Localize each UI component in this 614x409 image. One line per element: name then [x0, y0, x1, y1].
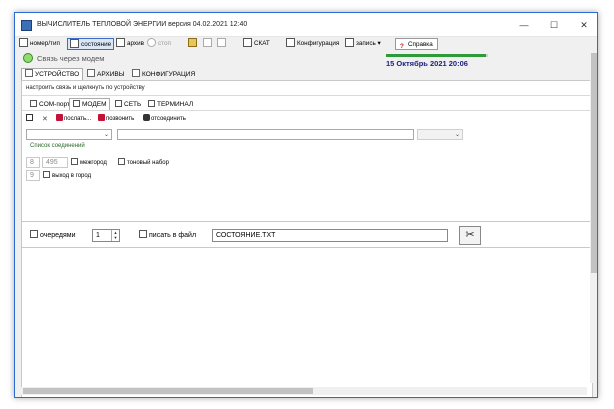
- connection-list-link[interactable]: Список соединений: [30, 143, 85, 149]
- separator: [22, 95, 594, 96]
- progress-bar: [386, 54, 488, 57]
- tab-com-port[interactable]: COM-порт: [26, 98, 74, 110]
- connection-status-strip: Связь через модем 15 Октябрь 2021 20:06: [15, 51, 597, 68]
- dial-icon: [98, 114, 105, 121]
- archive-tab-icon: [87, 69, 95, 77]
- delete-connection-button[interactable]: ✕: [42, 114, 49, 124]
- help-icon: ?: [400, 43, 404, 50]
- window-title: ВЫЧИСЛИТЕЛЬ ТЕПЛОВОЙ ЭНЕРГИИ версия 04.0…: [37, 21, 248, 28]
- log-tools-button[interactable]: ✂: [459, 226, 481, 245]
- toolbar-help-button[interactable]: ? Справка: [395, 38, 438, 50]
- toolbar-config-button[interactable]: Конфигурация: [286, 38, 339, 50]
- phone-number-input[interactable]: [117, 129, 414, 140]
- queue-checkbox[interactable]: очередями: [30, 230, 76, 240]
- tools-icon: [217, 38, 226, 47]
- record-icon: [345, 38, 354, 47]
- archive-icon: [116, 38, 125, 47]
- toolbar-device-button[interactable]: номер/тип: [19, 38, 60, 50]
- toolbar-save-button[interactable]: [203, 38, 214, 50]
- open-folder-icon: [188, 38, 197, 47]
- separator: [22, 247, 594, 248]
- toolbar-open-button[interactable]: [188, 38, 199, 50]
- hangup-icon: [143, 114, 150, 121]
- queue-spinner[interactable]: 1 ▲ ▼: [92, 229, 120, 242]
- exit-code-input[interactable]: 9: [26, 170, 40, 181]
- connection-status-text: Связь через модем: [37, 54, 105, 63]
- toolbar-stop-button[interactable]: стоп: [147, 38, 171, 50]
- horizontal-scrollbar[interactable]: [21, 387, 587, 395]
- connection-hint: настроить связь и щелкнуть по устройству: [26, 85, 145, 91]
- country-code-input[interactable]: 8: [26, 157, 40, 168]
- hangup-button[interactable]: отсоединить: [143, 114, 186, 124]
- connection-indicator-icon: [23, 53, 33, 63]
- separator: [22, 110, 594, 111]
- log-filename-input[interactable]: СОСТОЯНИЕ.TXT: [212, 229, 448, 242]
- intercity-checkbox[interactable]: межгород: [71, 158, 107, 168]
- delete-icon: ✕: [42, 116, 48, 123]
- tab-archives[interactable]: АРХИВЫ: [83, 68, 128, 80]
- app-window: ВЫЧИСЛИТЕЛЬ ТЕПЛОВОЙ ЭНЕРГИИ версия 04.0…: [14, 12, 598, 398]
- title-bar[interactable]: ВЫЧИСЛИТЕЛЬ ТЕПЛОВОЙ ЭНЕРГИИ версия 04.0…: [15, 13, 597, 37]
- stop-icon: [147, 38, 156, 47]
- send-icon: [56, 114, 63, 121]
- save-icon: [26, 114, 33, 121]
- toolbar-tools-button[interactable]: [217, 38, 228, 50]
- spinner-arrows-icon[interactable]: ▲ ▼: [111, 230, 119, 241]
- tab-configuration[interactable]: КОНФИГУРАЦИЯ: [128, 68, 199, 80]
- config-icon: [286, 38, 295, 47]
- scissors-icon: ✂: [465, 229, 475, 241]
- skat-icon: [243, 38, 252, 47]
- tab-network[interactable]: СЕТЬ: [111, 98, 145, 110]
- config-tab-icon: [132, 69, 140, 77]
- device-tab-icon: [25, 69, 33, 77]
- log-options-bar: очередями 1 ▲ ▼ писать в файл СОСТОЯНИЕ.T…: [22, 223, 594, 247]
- write-file-checkbox[interactable]: писать в файл: [139, 230, 196, 240]
- send-button[interactable]: послать...: [56, 114, 91, 124]
- toolbar-skat-button[interactable]: СКАТ: [243, 38, 270, 50]
- area-code-input[interactable]: 495: [42, 157, 68, 168]
- queue-value: 1: [96, 232, 100, 239]
- save-icon: [203, 38, 212, 47]
- tone-dial-checkbox[interactable]: тоновый набор: [118, 158, 169, 168]
- chevron-down-icon: ▾: [377, 40, 381, 47]
- chevron-down-icon: ⌄: [454, 132, 460, 138]
- scrollbar-thumb[interactable]: [591, 53, 597, 273]
- toolbar-record-button[interactable]: запись ▾: [345, 38, 381, 50]
- tab-modem[interactable]: МОДЕМ: [69, 98, 111, 110]
- toolbar-status-button[interactable]: состояние: [67, 38, 115, 50]
- current-datetime: 15 Октябрь 2021 20:06: [386, 59, 468, 68]
- network-icon: [115, 100, 122, 107]
- phone-icon: [73, 100, 80, 107]
- connection-select[interactable]: ⌄: [26, 129, 112, 140]
- terminal-icon: [148, 100, 155, 107]
- com-port-icon: [30, 100, 37, 107]
- maximize-button[interactable]: ☐: [539, 13, 569, 37]
- device-panel: настроить связь и щелкнуть по устройству…: [21, 80, 594, 397]
- modem-select[interactable]: ⌄: [417, 129, 463, 140]
- tab-device[interactable]: УСТРОЙСТВО: [21, 68, 84, 80]
- status-icon: [70, 39, 79, 48]
- tab-terminal[interactable]: ТЕРМИНАЛ: [144, 98, 197, 110]
- close-button[interactable]: ✕: [569, 13, 597, 37]
- main-toolbar: номер/тип состояние архив стоп СКАТ Конф…: [15, 37, 597, 51]
- save-connection-button[interactable]: [26, 114, 34, 124]
- app-icon: [21, 20, 32, 31]
- scrollbar-thumb[interactable]: [23, 388, 313, 394]
- progress-fill: [386, 54, 486, 57]
- device-icon: [19, 38, 28, 47]
- city-exit-checkbox[interactable]: выход в город: [43, 171, 91, 181]
- toolbar-archive-button[interactable]: архив: [116, 38, 144, 50]
- chevron-down-icon: ⌄: [103, 132, 109, 138]
- dial-button[interactable]: позвонить: [98, 114, 134, 124]
- vertical-scrollbar[interactable]: [590, 43, 597, 383]
- minimize-button[interactable]: —: [509, 13, 539, 37]
